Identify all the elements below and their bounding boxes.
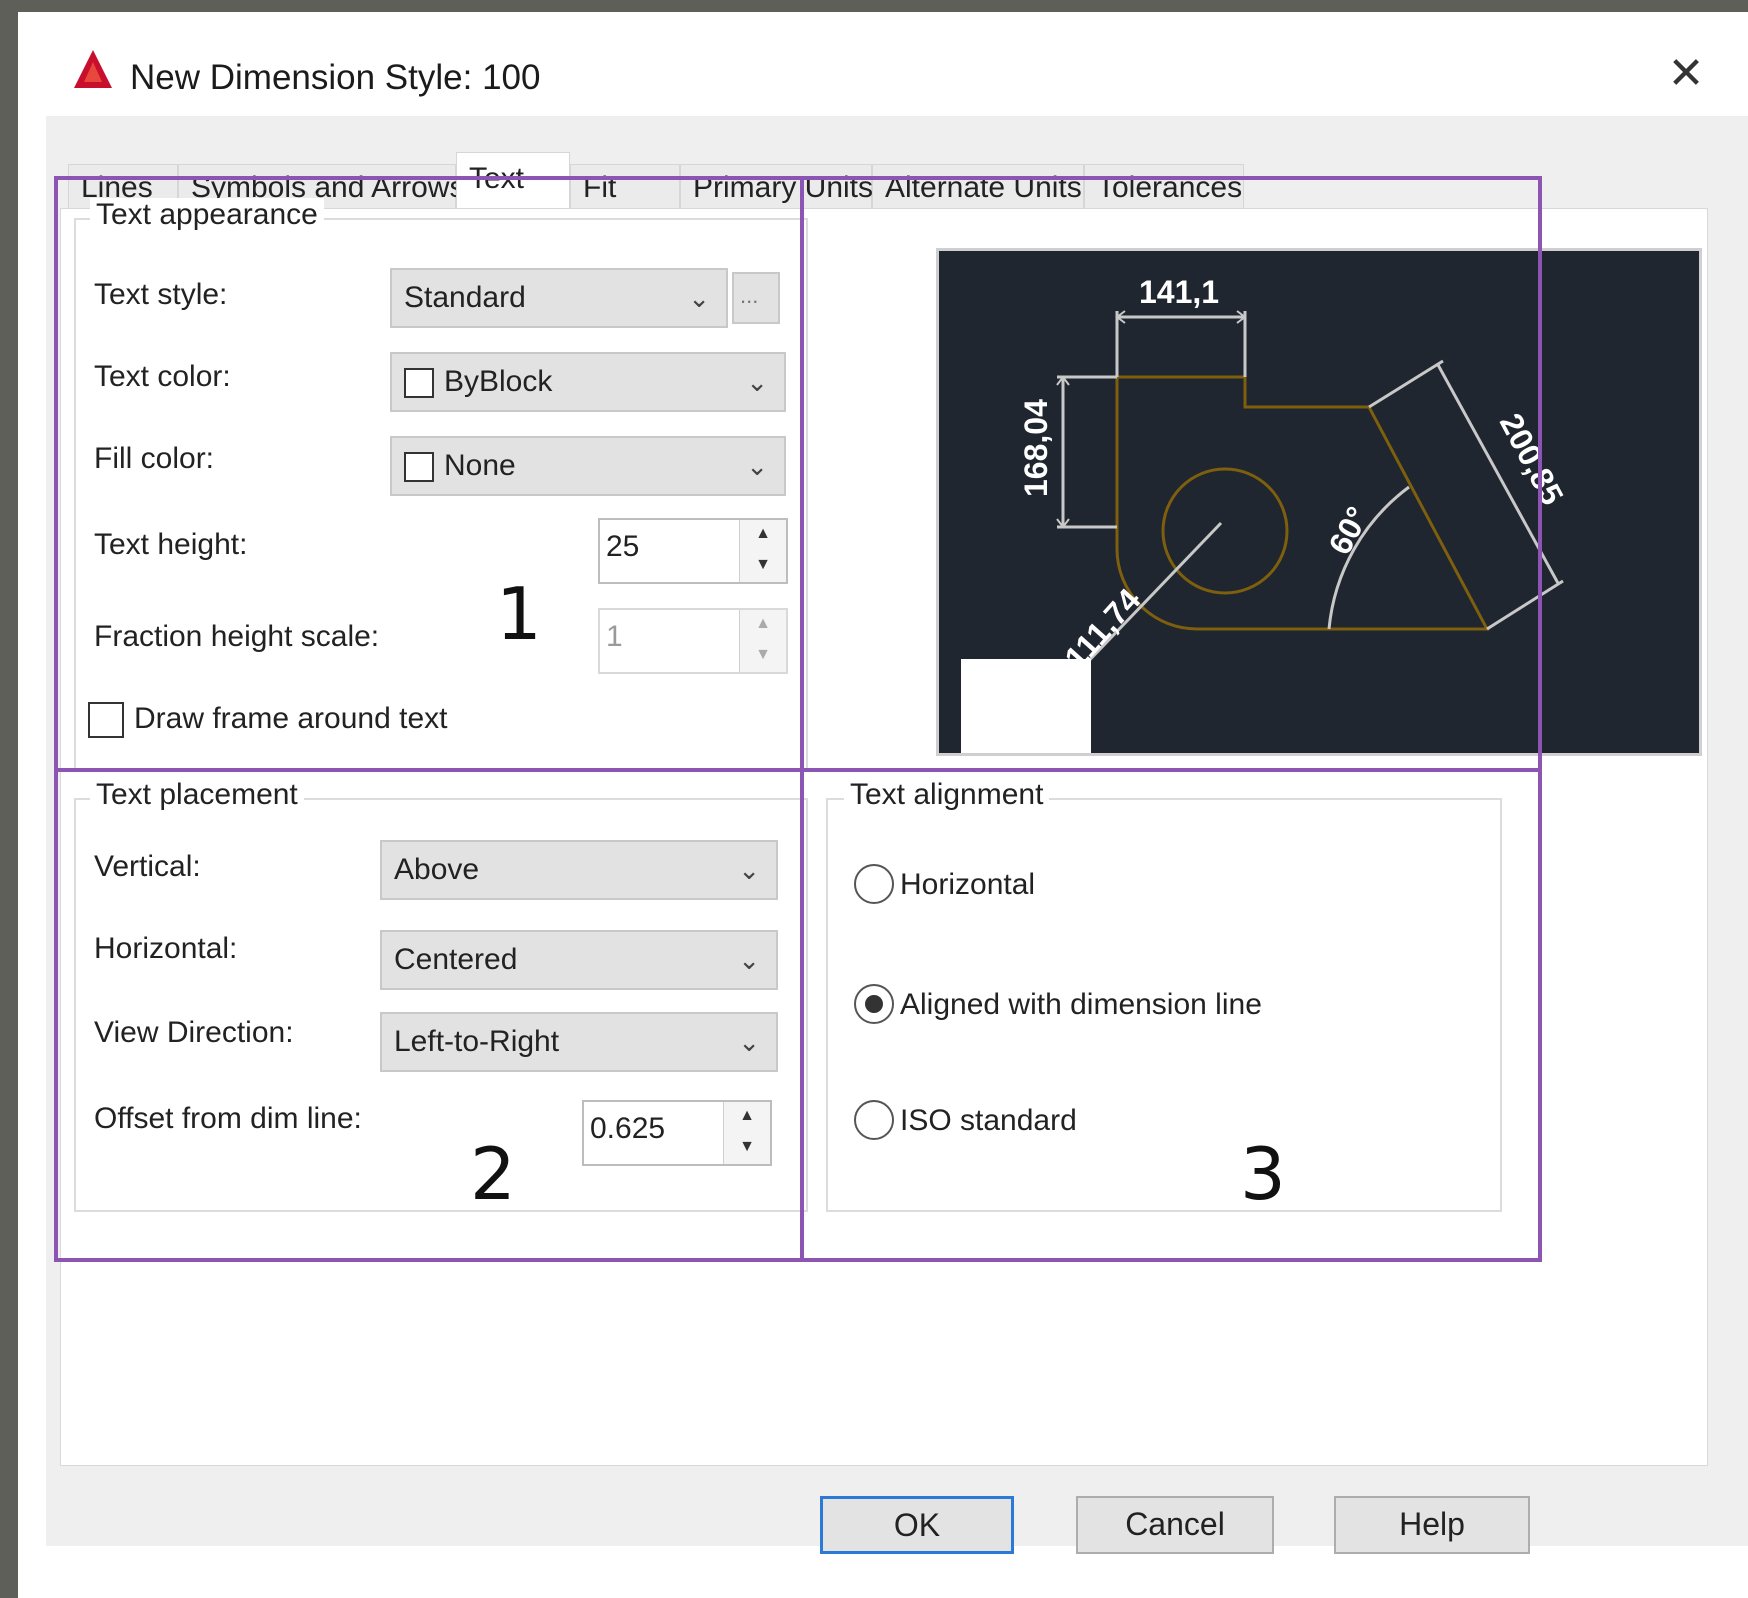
text-color-value: ByBlock [444,365,553,398]
spinner-buttons: ▲ ▼ [723,1102,770,1164]
vertical-label: Vertical: [94,850,201,883]
radio-iso-label: ISO standard [900,1104,1077,1137]
chevron-down-icon: ⌄ [738,945,760,975]
chevron-down-icon: ⌄ [688,283,710,313]
fill-color-label: Fill color: [94,442,215,475]
spin-down-icon[interactable]: ▼ [724,1133,770,1164]
autocad-logo-icon [74,50,112,88]
fill-color-select[interactable]: None ⌄ [390,436,786,496]
tab-tolerances[interactable]: Tolerances [1084,164,1244,210]
radio-horizontal[interactable] [854,864,894,904]
chevron-down-icon: ⌄ [738,1027,760,1057]
horizontal-label: Horizontal: [94,932,238,965]
radio-iso-standard[interactable] [854,1100,894,1140]
tab-primary-units[interactable]: Primary Units [680,164,873,210]
vertical-value: Above [394,853,480,886]
fill-color-value: None [444,449,516,482]
text-height-label: Text height: [94,528,248,561]
annotation-region-2: 2 [470,1132,516,1216]
spin-down-icon[interactable]: ▼ [740,551,786,582]
preview-white-patch [961,659,1091,753]
text-placement-legend: Text placement [90,778,304,812]
draw-frame-label: Draw frame around text [134,702,448,735]
annotation-region-3: 3 [1240,1132,1286,1216]
preview-dim-top: 141,1 [1139,274,1219,310]
spinner-buttons: ▲ ▼ [739,610,786,672]
text-alignment-legend: Text alignment [844,778,1050,812]
vertical-select[interactable]: Above ⌄ [380,840,778,900]
offset-label: Offset from dim line: [94,1102,362,1135]
dialog-title: New Dimension Style: 100 [130,58,541,97]
fraction-height-spinner[interactable]: 1 ▲ ▼ [598,608,788,674]
tab-fit[interactable]: Fit [570,164,680,210]
dimension-preview: 141,1 168,04 200,85 60° 111,74 [936,248,1702,756]
text-appearance-legend: Text appearance [90,198,324,232]
text-style-browse-button[interactable]: ... [732,272,780,324]
spinner-buttons: ▲ ▼ [739,520,786,582]
horizontal-value: Centered [394,943,518,976]
tab-text[interactable]: Text [456,152,570,214]
text-height-value: 25 [606,530,640,563]
ok-button[interactable]: OK [820,1496,1014,1554]
text-style-label: Text style: [94,278,228,311]
text-color-select[interactable]: ByBlock ⌄ [390,352,786,412]
view-direction-label: View Direction: [94,1016,294,1049]
help-button[interactable]: Help [1334,1496,1530,1554]
preview-dimension-arrows [1056,310,1247,529]
text-color-label: Text color: [94,360,231,393]
horizontal-select[interactable]: Centered ⌄ [380,930,778,990]
text-style-value: Standard [404,281,526,314]
spin-down-icon[interactable]: ▼ [740,641,786,672]
radio-aligned-with-dimension-line[interactable] [854,984,894,1024]
chevron-down-icon: ⌄ [746,367,768,397]
draw-frame-checkbox[interactable] [88,702,124,738]
offset-value: 0.625 [590,1112,666,1145]
close-button[interactable]: ✕ [1658,46,1714,102]
tab-alternate-units[interactable]: Alternate Units [872,164,1084,210]
preview-dim-left: 168,04 [1018,399,1054,497]
fraction-height-value: 1 [606,620,623,653]
chevron-down-icon: ⌄ [746,451,768,481]
spin-up-icon[interactable]: ▲ [724,1102,770,1133]
annotation-region-1: 1 [496,572,542,656]
fraction-height-label: Fraction height scale: [94,620,380,653]
view-direction-value: Left-to-Right [394,1025,560,1058]
color-swatch-icon [404,368,434,399]
color-swatch-icon [404,452,434,483]
radio-horizontal-label: Horizontal [900,868,1036,901]
dimension-style-dialog: New Dimension Style: 100 ✕ Lines Symbols… [18,12,1748,1598]
chevron-down-icon: ⌄ [738,855,760,885]
spin-up-icon[interactable]: ▲ [740,520,786,551]
view-direction-select[interactable]: Left-to-Right ⌄ [380,1012,778,1072]
spin-up-icon[interactable]: ▲ [740,610,786,641]
offset-spinner[interactable]: 0.625 ▲ ▼ [582,1100,772,1166]
title-bar: New Dimension Style: 100 ✕ [18,12,1748,120]
preview-dimension-texts: 141,1 168,04 200,85 60° 111,74 [1018,274,1571,676]
cancel-button[interactable]: Cancel [1076,1496,1274,1554]
radio-aligned-label: Aligned with dimension line [900,988,1262,1021]
text-style-select[interactable]: Standard ⌄ [390,268,728,328]
preview-drawing: 141,1 168,04 200,85 60° 111,74 [961,274,1571,753]
text-height-spinner[interactable]: 25 ▲ ▼ [598,518,788,584]
preview-dim-angle: 60° [1321,501,1376,561]
preview-dim-right: 200,85 [1493,407,1571,510]
preview-geometry [1115,375,1490,631]
